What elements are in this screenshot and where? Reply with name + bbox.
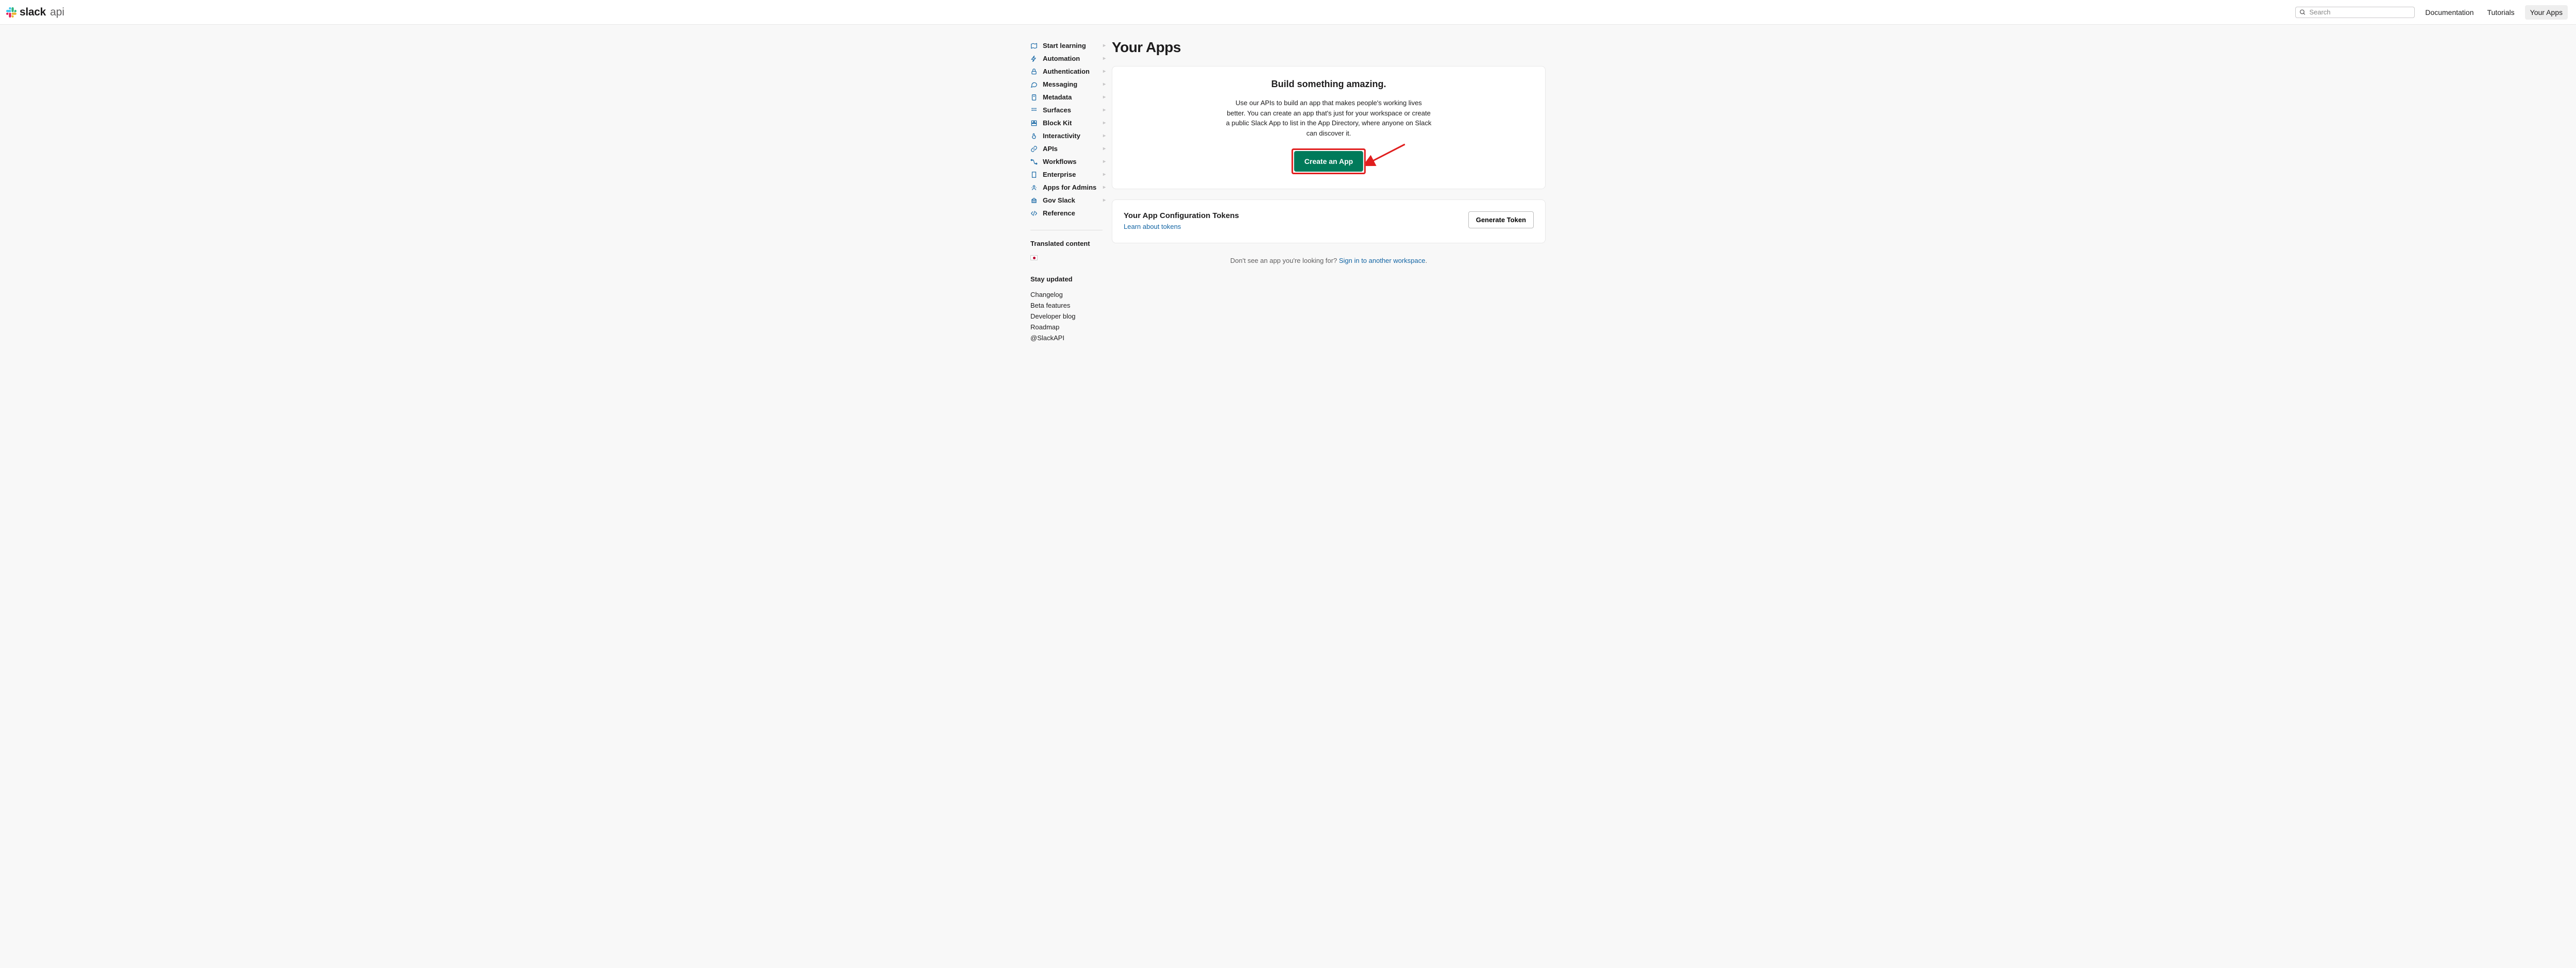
sidebar-item-label: Workflows	[1043, 158, 1077, 165]
chevron-right-icon: ▸	[1103, 43, 1106, 48]
tap-icon	[1030, 132, 1038, 140]
chevron-right-icon: ▸	[1103, 69, 1106, 74]
admin-icon	[1030, 184, 1038, 191]
main-content: Your Apps Build something amazing. Use o…	[1112, 39, 1546, 343]
sidebar-item-label: Reference	[1043, 209, 1075, 217]
sidebar-item-apps-for-admins[interactable]: Apps for Admins ▸	[1030, 181, 1103, 194]
sidebar-item-metadata[interactable]: Metadata ▸	[1030, 91, 1103, 104]
sidebar-item-gov-slack[interactable]: Gov Slack ▸	[1030, 194, 1103, 207]
create-app-button[interactable]: Create an App	[1294, 151, 1363, 172]
sidebar-item-authentication[interactable]: Authentication ▸	[1030, 65, 1103, 78]
chevron-right-icon: ▸	[1103, 172, 1106, 177]
chevron-right-icon: ▸	[1103, 133, 1106, 139]
blocks-icon	[1030, 120, 1038, 127]
sidebar-item-label: Surfaces	[1043, 106, 1071, 114]
sidebar-item-label: APIs	[1043, 145, 1058, 153]
sidebar-item-enterprise[interactable]: Enterprise ▸	[1030, 168, 1103, 181]
footer-link-changelog[interactable]: Changelog	[1030, 289, 1103, 300]
generate-token-button[interactable]: Generate Token	[1468, 211, 1534, 228]
sidebar-item-interactivity[interactable]: Interactivity ▸	[1030, 129, 1103, 142]
hero-card: Build something amazing. Use our APIs to…	[1112, 66, 1546, 189]
sidebar-item-label: Interactivity	[1043, 132, 1080, 140]
sidebar-item-reference[interactable]: Reference▸	[1030, 207, 1103, 220]
page-title: Your Apps	[1112, 39, 1546, 56]
annotation-highlight-box: Create an App	[1292, 148, 1366, 174]
sidebar-item-label: Gov Slack	[1043, 196, 1075, 204]
link-icon	[1030, 145, 1038, 153]
sidebar-item-messaging[interactable]: Messaging ▸	[1030, 78, 1103, 91]
bolt-icon	[1030, 55, 1038, 62]
chevron-right-icon: ▸	[1103, 107, 1106, 113]
sidebar-item-label: Enterprise	[1043, 171, 1076, 178]
annotation-arrow-icon	[1366, 142, 1407, 168]
hero-description: Use our APIs to build an app that makes …	[1226, 98, 1432, 138]
sidebar-item-label: Messaging	[1043, 80, 1077, 88]
chevron-right-icon: ▸	[1103, 197, 1106, 203]
tokens-card: Your App Configuration Tokens Learn abou…	[1112, 199, 1546, 243]
map-icon	[1030, 42, 1038, 49]
sidebar-item-label: Authentication	[1043, 68, 1090, 75]
footer-link-beta-features[interactable]: Beta features	[1030, 300, 1103, 311]
signin-suffix-text: .	[1425, 257, 1427, 264]
nav-documentation[interactable]: Documentation	[2422, 6, 2477, 19]
translated-content-heading: Translated content	[1030, 240, 1103, 247]
hero-title: Build something amazing.	[1133, 79, 1524, 90]
footer-link-developer-blog[interactable]: Developer blog	[1030, 311, 1103, 322]
chevron-right-icon: ▸	[1103, 185, 1106, 190]
sidebar-item-automation[interactable]: Automation ▸	[1030, 52, 1103, 65]
building-icon	[1030, 171, 1038, 178]
chevron-right-icon: ▸	[1103, 81, 1106, 87]
sidebar-item-start-learning[interactable]: Start learning ▸	[1030, 39, 1103, 52]
header-right-group: Documentation Tutorials Your Apps	[2295, 5, 2568, 20]
chevron-right-icon: ▸	[1103, 146, 1106, 152]
nav-tutorials[interactable]: Tutorials	[2484, 6, 2518, 19]
sidebar-item-label: Apps for Admins	[1043, 183, 1096, 191]
chevron-right-icon: ▸	[1103, 56, 1106, 61]
logo-text-light: api	[50, 6, 64, 19]
sidebar-item-block-kit[interactable]: Block Kit ▸	[1030, 116, 1103, 129]
search-icon	[2299, 9, 2306, 15]
search-input[interactable]	[2295, 7, 2415, 18]
learn-about-tokens-link[interactable]: Learn about tokens	[1124, 223, 1181, 230]
lock-icon	[1030, 68, 1038, 75]
sidebar-item-surfaces[interactable]: Surfaces ▸	[1030, 104, 1103, 116]
signin-workspace-link[interactable]: Sign in to another workspace	[1339, 257, 1426, 264]
sidebar-item-label: Start learning	[1043, 42, 1086, 49]
code-icon	[1030, 210, 1038, 217]
signin-prefix-text: Don't see an app you're looking for?	[1230, 257, 1339, 264]
sidebar-item-label: Block Kit	[1043, 119, 1072, 127]
flow-icon	[1030, 158, 1038, 165]
sidebar-item-workflows[interactable]: Workflows ▸	[1030, 155, 1103, 168]
chat-icon	[1030, 81, 1038, 88]
sidebar-item-label: Automation	[1043, 55, 1080, 62]
slack-api-logo[interactable]: slack api	[6, 6, 64, 19]
signin-prompt: Don't see an app you're looking for? Sig…	[1112, 257, 1546, 264]
stay-updated-heading: Stay updated	[1030, 275, 1103, 283]
chevron-right-icon: ▸	[1103, 120, 1106, 126]
slack-logo-icon	[6, 7, 16, 18]
chevron-right-icon: ▸	[1103, 159, 1106, 164]
sidebar-item-label: Metadata	[1043, 93, 1072, 101]
tokens-title: Your App Configuration Tokens	[1124, 211, 1239, 220]
footer-link--slackapi[interactable]: @SlackAPI	[1030, 332, 1103, 343]
japan-flag-icon[interactable]	[1030, 255, 1038, 260]
logo-text-bold: slack	[20, 6, 46, 19]
top-header: slack api Documentation Tutorials Your A…	[0, 0, 2576, 25]
footer-link-roadmap[interactable]: Roadmap	[1030, 322, 1103, 332]
gov-icon	[1030, 197, 1038, 204]
sidebar-nav: Start learning▸Automation▸Authentication…	[1030, 39, 1103, 343]
grid-icon	[1030, 107, 1038, 114]
doc-icon	[1030, 94, 1038, 101]
search-wrap	[2295, 7, 2415, 18]
nav-your-apps[interactable]: Your Apps	[2525, 5, 2568, 20]
sidebar-item-apis[interactable]: APIs ▸	[1030, 142, 1103, 155]
chevron-right-icon: ▸	[1103, 94, 1106, 100]
